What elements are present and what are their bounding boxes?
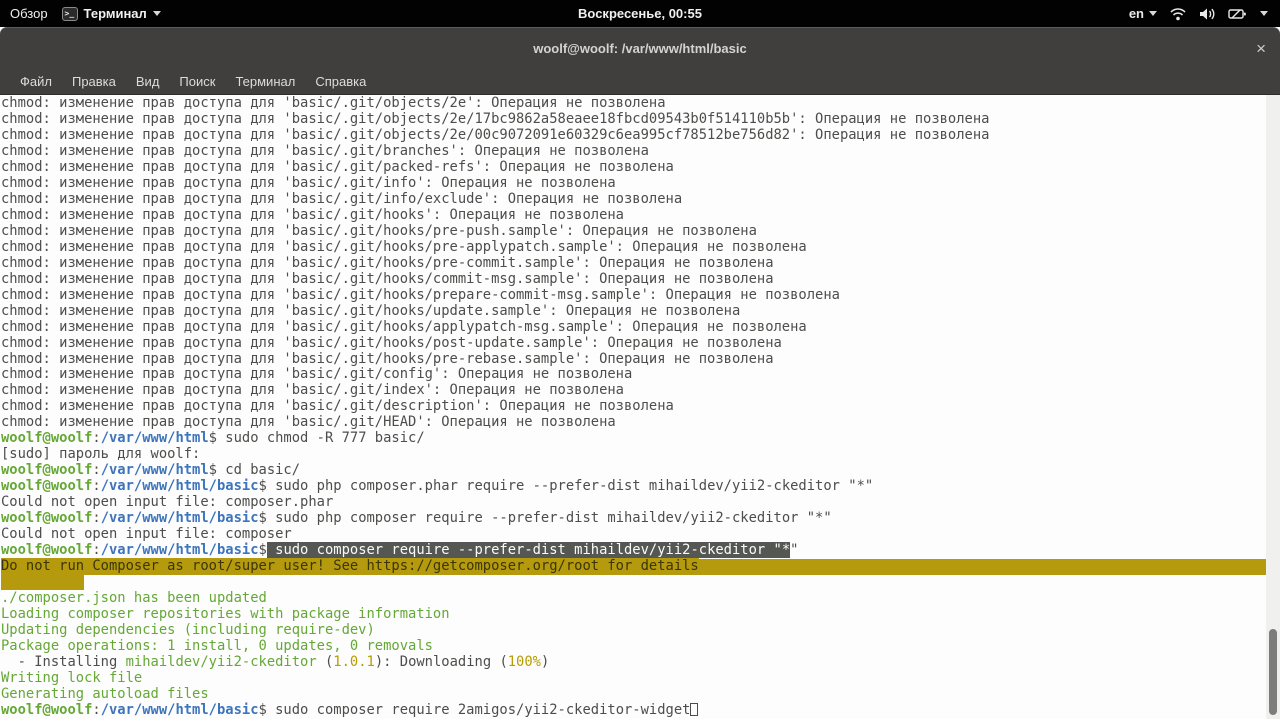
chevron-down-icon: [1149, 11, 1157, 16]
terminal-line: chmod: изменение прав доступа для 'basic…: [1, 222, 757, 239]
terminal-line: Updating dependencies (including require…: [1, 621, 375, 638]
scrollbar[interactable]: [1266, 95, 1280, 719]
terminal-line: - Installing mihaildev/yii2-ckeditor (1.…: [1, 653, 550, 670]
terminal-line: Package operations: 1 install, 0 updates…: [1, 637, 433, 654]
terminal-line: chmod: изменение прав доступа для 'basic…: [1, 414, 616, 431]
terminal-output[interactable]: chmod: изменение прав доступа для 'basic…: [0, 95, 1280, 719]
terminal-window: woolf@woolf: /var/www/html/basic × Файл П…: [0, 27, 1280, 95]
system-menu-caret-icon[interactable]: [1260, 11, 1268, 16]
terminal-line: chmod: изменение прав доступа для 'basic…: [1, 270, 774, 287]
desktop: Обзор >_ Терминал Воскресенье, 00:55 en: [0, 0, 1280, 719]
terminal-line: ./composer.json has been updated: [1, 590, 267, 607]
terminal-line: Could not open input file: composer.phar: [1, 494, 334, 511]
terminal-line: chmod: изменение прав доступа для 'basic…: [1, 142, 649, 159]
close-icon[interactable]: ×: [1256, 28, 1266, 69]
terminal-line: chmod: изменение прав доступа для 'basic…: [1, 334, 782, 351]
terminal-line: chmod: изменение прав доступа для 'basic…: [1, 95, 666, 111]
menu-item-1[interactable]: Файл: [10, 70, 62, 93]
terminal-line: woolf@woolf:/var/www/html$ sudo chmod -R…: [1, 430, 425, 447]
clock[interactable]: Воскресенье, 00:55: [0, 6, 1280, 21]
battery-icon[interactable]: [1228, 7, 1248, 21]
terminal-line: chmod: изменение прав доступа для 'basic…: [1, 126, 990, 143]
terminal-line: Do not run Composer as root/super user! …: [1, 558, 1280, 576]
terminal-line: chmod: изменение прав доступа для 'basic…: [1, 302, 741, 319]
app-menu-label: Терминал: [83, 6, 147, 21]
terminal-line: chmod: изменение прав доступа для 'basic…: [1, 206, 624, 223]
menu-item-2[interactable]: Правка: [62, 70, 126, 93]
terminal-line: chmod: изменение прав доступа для 'basic…: [1, 350, 774, 367]
menu-item-5[interactable]: Терминал: [225, 70, 305, 93]
terminal-line: chmod: изменение прав доступа для 'basic…: [1, 366, 633, 383]
scrollbar-thumb[interactable]: [1269, 629, 1277, 715]
terminal-line: chmod: изменение прав доступа для 'basic…: [1, 238, 807, 255]
terminal-cursor: [690, 702, 699, 716]
terminal-line: chmod: изменение прав доступа для 'basic…: [1, 318, 807, 335]
keyboard-layout-indicator[interactable]: en: [1129, 6, 1157, 21]
terminal-line: Generating autoload files: [1, 685, 209, 702]
terminal-line: woolf@woolf:/var/www/html/basic$ sudo ph…: [1, 510, 832, 527]
menu-item-6[interactable]: Справка: [305, 70, 376, 93]
terminal-line: Could not open input file: composer: [1, 526, 292, 543]
wifi-icon[interactable]: [1169, 7, 1187, 21]
app-menu[interactable]: >_ Терминал: [61, 6, 161, 21]
terminal-line: chmod: изменение прав доступа для 'basic…: [1, 190, 683, 207]
menu-item-3[interactable]: Вид: [126, 70, 170, 93]
activities-button[interactable]: Обзор: [10, 6, 48, 21]
window-titlebar[interactable]: woolf@woolf: /var/www/html/basic ×: [0, 27, 1280, 68]
menu-item-4[interactable]: Поиск: [169, 70, 225, 93]
terminal-line: chmod: изменение прав доступа для 'basic…: [1, 158, 674, 175]
chevron-down-icon: [152, 11, 161, 16]
terminal-line: Writing lock file: [1, 669, 143, 686]
terminal-line: chmod: изменение прав доступа для 'basic…: [1, 286, 840, 303]
terminal-line: chmod: изменение прав доступа для 'basic…: [1, 382, 624, 399]
terminal-line: woolf@woolf:/var/www/html/basic$ sudo co…: [1, 702, 1280, 719]
keyboard-layout-label: en: [1128, 6, 1144, 21]
volume-icon[interactable]: [1199, 7, 1216, 21]
terminal-line: chmod: изменение прав доступа для 'basic…: [1, 174, 616, 191]
terminal-line: woolf@woolf:/var/www/html$ cd basic/: [1, 462, 301, 479]
menu-bar: Файл Правка Вид Поиск Терминал Справка: [0, 68, 1280, 95]
terminal-line: woolf@woolf:/var/www/html/basic$ sudo ph…: [1, 478, 874, 495]
terminal-line: [1, 574, 1280, 591]
terminal-line: woolf@woolf:/var/www/html/basic$ sudo co…: [1, 542, 799, 559]
terminal-line: chmod: изменение прав доступа для 'basic…: [1, 254, 774, 271]
terminal-line: Loading composer repositories with packa…: [1, 606, 450, 622]
terminal-line: chmod: изменение прав доступа для 'basic…: [1, 110, 990, 127]
terminal-line: [sudo] пароль для woolf:: [1, 446, 209, 463]
terminal-app-icon: >_: [61, 6, 78, 21]
window-title: woolf@woolf: /var/www/html/basic: [533, 40, 747, 56]
terminal-line: chmod: изменение прав доступа для 'basic…: [1, 398, 674, 415]
system-top-bar: Обзор >_ Терминал Воскресенье, 00:55 en: [0, 0, 1280, 27]
